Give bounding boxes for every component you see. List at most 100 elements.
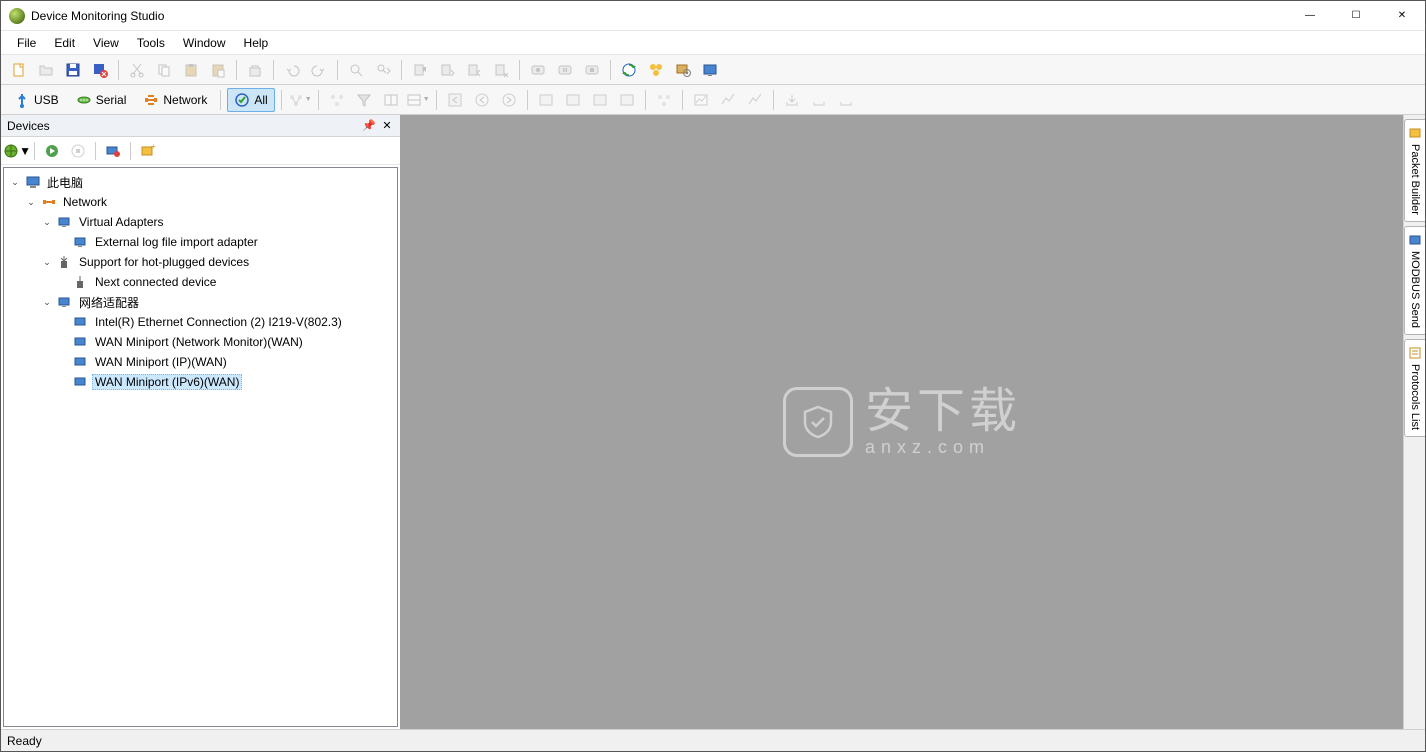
find-next-button[interactable] [371,58,395,82]
tab-protocols-list[interactable]: Protocols List [1404,339,1425,437]
tree-row-net-adapters[interactable]: ⌄ 网络适配器 [6,292,395,312]
tab-modbus-send[interactable]: MODBUS Send [1404,226,1425,335]
export-icon [811,92,827,108]
devices-panel-header: Devices 📌 ✕ [1,115,400,137]
minimize-button[interactable]: — [1287,1,1333,31]
chart3-button[interactable] [743,88,767,112]
clear-button[interactable] [243,58,267,82]
menu-file[interactable]: File [9,33,44,53]
record-button[interactable] [526,58,550,82]
new-file-button[interactable] [7,58,31,82]
menu-window[interactable]: Window [175,33,234,53]
copy-button[interactable] [152,58,176,82]
expander-icon[interactable]: ⌄ [40,255,54,269]
paste-button[interactable] [179,58,203,82]
undo-button[interactable] [280,58,304,82]
tree-row-wan-ipv6[interactable]: WAN Miniport (IPv6)(WAN) [6,372,395,392]
split-v-button[interactable]: ▼ [406,88,430,112]
split-h-button[interactable] [379,88,403,112]
pause-device-button[interactable] [66,140,90,162]
adapter-icon [57,214,73,230]
maximize-button[interactable]: ☐ [1333,1,1379,31]
win2-button[interactable] [561,88,585,112]
chevron-down-icon: ▼ [19,144,31,158]
expander-icon[interactable]: ⌄ [40,215,54,229]
save-button[interactable] [61,58,85,82]
tree-row-wan-ip[interactable]: WAN Miniport (IP)(WAN) [6,352,395,372]
chart1-button[interactable] [689,88,713,112]
bookmark4-button[interactable] [489,58,513,82]
tree-row-wan-monitor[interactable]: WAN Miniport (Network Monitor)(WAN) [6,332,395,352]
separator [519,60,520,80]
open-button[interactable] [34,58,58,82]
filter-button[interactable] [352,88,376,112]
win3-button[interactable] [588,88,612,112]
export2-button[interactable] [807,88,831,112]
nav-prev-button[interactable] [470,88,494,112]
nav-first-button[interactable] [443,88,467,112]
play-button[interactable] [40,140,64,162]
devices-button[interactable] [644,58,668,82]
tree-row-intel[interactable]: Intel(R) Ethernet Connection (2) I219-V(… [6,312,395,332]
separator [682,90,683,110]
bookmark-prev-icon [466,62,482,78]
menu-help[interactable]: Help [236,33,277,53]
win4-button[interactable] [615,88,639,112]
new-window-button[interactable]: + [136,140,160,162]
export3-button[interactable] [834,88,858,112]
paste-special-button[interactable] [206,58,230,82]
nav-next-button[interactable] [497,88,521,112]
panel-close-button[interactable]: ✕ [378,117,396,135]
cut-button[interactable] [125,58,149,82]
close-button[interactable]: ✕ [1379,1,1425,31]
expander-icon[interactable]: ⌄ [40,295,54,309]
filter-all-button[interactable]: All [227,88,274,112]
expander-icon[interactable]: ⌄ [24,195,38,209]
tree-row-ext-log[interactable]: External log file import adapter [6,232,395,252]
stop-button[interactable] [580,58,604,82]
tree-row-hotplug[interactable]: ⌄ Support for hot-plugged devices [6,252,395,272]
filter-serial-button[interactable]: Serial [69,88,134,112]
session-button[interactable]: ▼ [288,88,312,112]
win-icon [565,92,581,108]
redo-button[interactable] [307,58,331,82]
menu-edit[interactable]: Edit [46,33,83,53]
bookmark1-button[interactable] [408,58,432,82]
filter-network-button[interactable]: Network [136,88,214,112]
export1-button[interactable] [780,88,804,112]
analyze-button[interactable] [325,88,349,112]
tree-row-next-connected[interactable]: Next connected device [6,272,395,292]
tree-row-network[interactable]: ⌄ Network [6,192,395,212]
graph-nodes-button[interactable] [652,88,676,112]
refresh-button[interactable] [617,58,641,82]
device-tree[interactable]: ⌄ 此电脑 ⌄ Network ⌄ Virtual Adapters Exter… [3,167,398,727]
expander-icon[interactable]: ⌄ [8,175,22,189]
refresh-devices-button[interactable]: ▼ [5,140,29,162]
stop-icon [584,62,600,78]
tree-row-root[interactable]: ⌄ 此电脑 [6,172,395,192]
modbus-icon [1408,233,1422,247]
toolbar-filter: USB Serial Network All ▼ ▼ [1,85,1425,115]
save-close-button[interactable] [88,58,112,82]
chart2-button[interactable] [716,88,740,112]
menu-view[interactable]: View [85,33,127,53]
tab-label: MODBUS Send [1409,251,1421,328]
cut-icon [129,62,145,78]
device-settings-button[interactable] [101,140,125,162]
new-window-icon: + [140,143,156,159]
menu-tools[interactable]: Tools [129,33,173,53]
pin-button[interactable]: 📌 [360,117,378,135]
pause-button[interactable] [553,58,577,82]
bookmark3-button[interactable] [462,58,486,82]
find-button[interactable] [344,58,368,82]
tree-row-virtual-adapters[interactable]: ⌄ Virtual Adapters [6,212,395,232]
monitor-button[interactable] [698,58,722,82]
adapter-icon [73,374,89,390]
win1-button[interactable] [534,88,558,112]
settings-button[interactable] [671,58,695,82]
adapter-icon [57,294,73,310]
filter-usb-button[interactable]: USB [7,88,66,112]
bookmark2-button[interactable] [435,58,459,82]
tree-node-label: Support for hot-plugged devices [76,254,252,270]
tab-packet-builder[interactable]: Packet Builder [1404,119,1425,222]
